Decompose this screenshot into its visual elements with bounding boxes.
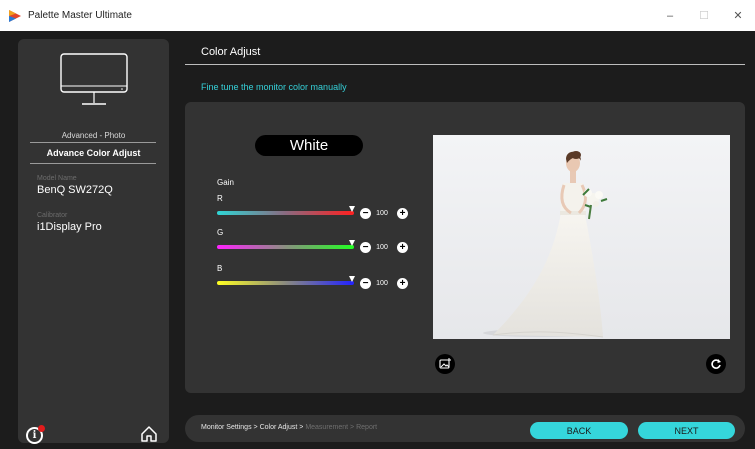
reset-button[interactable] (706, 354, 726, 374)
breadcrumb-item: Report (356, 424, 378, 431)
page-subtitle: Fine tune the monitor color manually (201, 82, 347, 92)
header-divider (185, 64, 745, 65)
channel-label-b: B (217, 264, 223, 273)
next-button[interactable]: NEXT (638, 422, 735, 439)
b-gain-slider[interactable] (217, 281, 354, 285)
minimize-button[interactable]: – (653, 0, 687, 31)
calibrator-value: i1Display Pro (37, 221, 102, 233)
r-increase-button[interactable]: + (397, 208, 408, 219)
notification-badge (38, 425, 45, 432)
g-gain-value: 100 (376, 244, 388, 251)
mode-name: Advance Color Adjust (46, 148, 141, 158)
mode-label: Advanced - Photo (61, 131, 126, 140)
preview-image (433, 135, 730, 339)
g-slider-thumb[interactable] (349, 240, 355, 246)
calibrator-label: Calibrator (37, 212, 68, 219)
gain-label: Gain (217, 178, 234, 187)
refresh-icon (711, 359, 721, 369)
breadcrumb: Monitor Settings > Color Adjust > Measur… (201, 424, 377, 431)
app-logo-icon (9, 9, 21, 22)
breadcrumb-item: Measurement > (305, 424, 355, 431)
channel-label-r: R (217, 194, 223, 203)
color-adjust-panel: White Gain R − 100 + G − 100 + B − 100 + (185, 102, 745, 393)
close-button[interactable]: ✕ (721, 0, 755, 31)
breadcrumb-item: Color Adjust > (259, 424, 304, 431)
window-title: Palette Master Ultimate (28, 10, 132, 21)
target-color-label: White (255, 135, 363, 156)
back-button[interactable]: BACK (530, 422, 628, 439)
r-slider-thumb[interactable] (349, 206, 355, 212)
change-image-button[interactable] (435, 354, 455, 374)
b-gain-value: 100 (376, 280, 388, 287)
g-increase-button[interactable]: + (397, 242, 408, 253)
b-slider-thumb[interactable] (349, 276, 355, 282)
footer-bar: Monitor Settings > Color Adjust > Measur… (185, 415, 745, 442)
page-title: Color Adjust (201, 46, 261, 58)
channel-label-g: G (217, 228, 224, 237)
maximize-button[interactable]: ☐ (687, 0, 721, 31)
add-image-icon (439, 358, 451, 369)
r-decrease-button[interactable]: − (360, 208, 371, 219)
b-decrease-button[interactable]: − (360, 278, 371, 289)
model-name-label: Model Name (37, 175, 77, 182)
monitor-icon (60, 53, 128, 105)
r-gain-slider[interactable] (217, 211, 354, 215)
g-decrease-button[interactable]: − (360, 242, 371, 253)
b-increase-button[interactable]: + (397, 278, 408, 289)
divider (30, 163, 156, 164)
g-gain-slider[interactable] (217, 245, 354, 249)
sidebar: Advanced - Photo Advance Color Adjust Mo… (18, 39, 169, 444)
title-bar: Palette Master Ultimate – ☐ ✕ (0, 0, 755, 31)
model-name-value: BenQ SW272Q (37, 184, 113, 196)
home-icon[interactable] (140, 425, 158, 443)
divider (30, 142, 156, 143)
breadcrumb-item: Monitor Settings > (201, 424, 258, 431)
r-gain-value: 100 (376, 210, 388, 217)
